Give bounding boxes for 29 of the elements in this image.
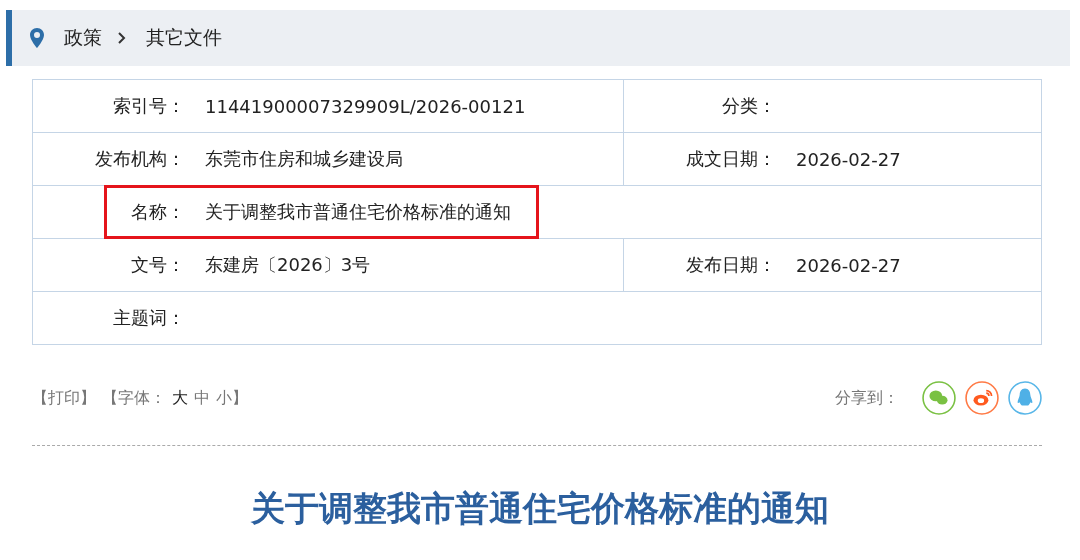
bracket-text: 】	[232, 387, 248, 409]
field-label: 名称：	[130, 200, 185, 224]
breadcrumb-link[interactable]: 其它文件	[146, 25, 222, 51]
field-value: 2026-02-27	[796, 254, 901, 276]
font-size-option[interactable]: 中	[194, 387, 210, 409]
field-label: 主题词：	[112, 306, 185, 330]
article-title: 关于调整我市普通住宅价格标准的通知	[250, 487, 830, 530]
breadcrumb-link[interactable]: 政策	[64, 25, 102, 51]
share-label: 分享到：	[835, 387, 899, 409]
wechat-icon[interactable]	[922, 381, 956, 415]
field-label: 发布日期：	[685, 253, 776, 277]
field-value: 11441900007329909L/2026-00121	[205, 95, 526, 117]
font-size-label: 【字体：	[102, 387, 166, 409]
qq-icon[interactable]	[1008, 381, 1042, 415]
field-label: 成文日期：	[685, 147, 776, 171]
field-label: 分类：	[721, 94, 776, 118]
chevron-right-icon	[118, 32, 126, 44]
field-value: 关于调整我市普通住宅价格标准的通知	[205, 200, 511, 224]
field-value: 东建房〔2026〕3号	[205, 253, 371, 277]
field-value: 东莞市住房和城乡建设局	[205, 147, 403, 171]
weibo-icon[interactable]	[965, 381, 999, 415]
field-value: 2026-02-27	[796, 148, 901, 170]
field-label: 索引号：	[112, 94, 185, 118]
font-size-option[interactable]: 小	[216, 387, 232, 409]
field-label: 发布机构：	[94, 147, 185, 171]
print-link[interactable]: 【打印】	[32, 387, 96, 409]
field-label: 文号：	[130, 253, 185, 277]
font-size-option[interactable]: 大	[172, 387, 188, 409]
location-pin-icon	[30, 28, 44, 48]
